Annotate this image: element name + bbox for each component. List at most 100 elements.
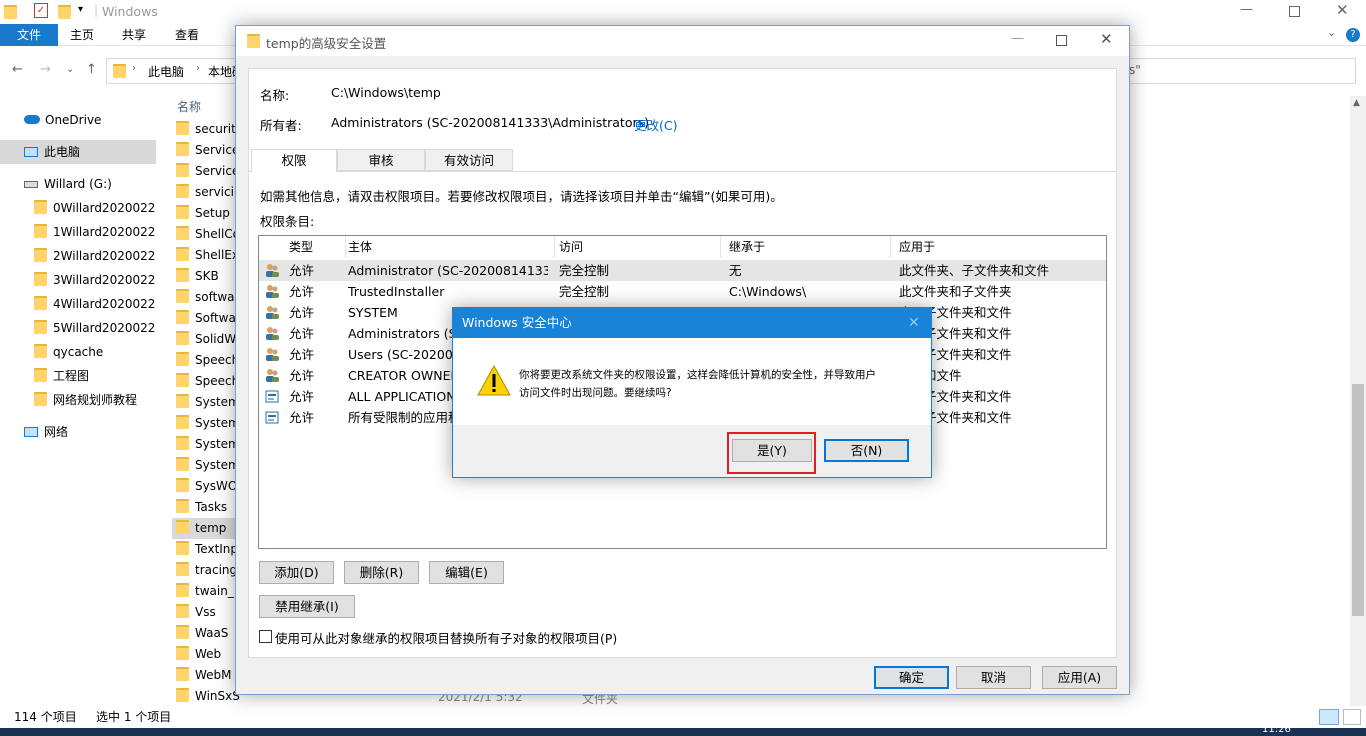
close-icon[interactable]: ✕ — [908, 308, 920, 338]
permission-row[interactable]: 允许 TrustedInstaller 完全控制 C:\Windows\ 此文件夹和子文… — [259, 281, 1106, 302]
column-header-name[interactable]: 名称 — [177, 98, 201, 115]
nav-folder-label: 网络规划师教程 — [53, 393, 138, 407]
col-access[interactable]: 访问 — [551, 236, 721, 258]
quick-access-dropdown-icon[interactable]: ▾ — [78, 4, 83, 15]
replace-permissions-label[interactable]: 使用可从此对象继承的权限项目替换所有子对象的权限项目(P) — [275, 628, 617, 647]
back-icon[interactable]: ← — [12, 62, 23, 77]
name-label: 名称: — [260, 88, 290, 103]
tab-view[interactable]: 查看 — [161, 24, 213, 46]
nav-folder[interactable]: 0Willard20200229 — [0, 196, 156, 220]
col-inherited[interactable]: 继承于 — [721, 236, 891, 258]
nav-onedrive-label: OneDrive — [45, 113, 102, 127]
file-list-scrollbar[interactable]: ▲ — [1350, 96, 1366, 706]
disable-inheritance-button[interactable]: 禁用继承(I) — [259, 595, 355, 618]
info-text: 如需其他信息，请双击权限项目。若要修改权限项目，请选择该项目并单击“编辑”(如果… — [260, 189, 783, 204]
ok-button[interactable]: 确定 — [874, 666, 949, 689]
folder-icon — [34, 320, 47, 334]
properties-icon[interactable]: ✓ — [34, 3, 48, 18]
cell-type: 允许 — [289, 368, 315, 383]
permission-row[interactable]: 允许 Administrator (SC-20200814133... 完全控制 无 此… — [259, 260, 1106, 281]
edit-button[interactable]: 编辑(E) — [429, 561, 504, 584]
folder-icon — [176, 688, 189, 702]
scroll-thumb[interactable] — [1352, 384, 1364, 616]
replace-permissions-checkbox[interactable] — [259, 630, 272, 643]
tab-file[interactable]: 文件 — [0, 24, 58, 46]
nav-folder[interactable]: 网络规划师教程 — [0, 388, 156, 412]
maximize-icon[interactable] — [1289, 6, 1300, 17]
file-name: Speech — [195, 353, 240, 367]
nav-onedrive[interactable]: OneDrive — [0, 108, 156, 132]
folder-icon — [176, 499, 189, 513]
nav-folder[interactable]: qycache — [0, 340, 156, 364]
nav-folder[interactable]: 5Willard20200229 — [0, 316, 156, 340]
folder-icon — [176, 289, 189, 303]
file-name: Web — [195, 647, 222, 661]
nav-drive[interactable]: Willard (G:) — [0, 172, 156, 196]
nav-folder[interactable]: 4Willard20200229 — [0, 292, 156, 316]
adv-dialog-titlebar[interactable]: temp的高级安全设置 — ✕ — [236, 26, 1129, 56]
user-group-icon — [265, 305, 279, 320]
col-type[interactable]: 类型 — [281, 236, 346, 258]
folder-icon — [176, 226, 189, 240]
folder-icon — [176, 142, 189, 156]
msgbox-titlebar[interactable]: Windows 安全中心 ✕ — [453, 308, 931, 338]
nav-network-label: 网络 — [44, 425, 69, 439]
navigation-pane: OneDrive 此电脑 Willard (G:) 0Willard202002… — [0, 96, 160, 706]
maximize-icon[interactable] — [1056, 35, 1067, 46]
nav-folder[interactable]: 3Willard20200229 — [0, 268, 156, 292]
tab-effective-access[interactable]: 有效访问 — [425, 149, 513, 171]
scroll-up-icon[interactable]: ▲ — [1353, 98, 1360, 108]
folder-icon — [176, 121, 189, 135]
apply-button[interactable]: 应用(A) — [1042, 666, 1117, 689]
no-button[interactable]: 否(N) — [824, 439, 909, 462]
drive-icon — [24, 181, 38, 188]
file-name: securit — [195, 122, 236, 136]
close-icon[interactable]: ✕ — [1100, 30, 1113, 48]
cloud-icon — [24, 115, 40, 124]
nav-folder[interactable]: 工程图 — [0, 364, 156, 388]
folder-icon — [176, 268, 189, 282]
folder-icon — [176, 394, 189, 408]
nav-network[interactable]: 网络 — [0, 420, 156, 444]
tab-permissions[interactable]: 权限 — [251, 149, 337, 172]
tab-share[interactable]: 共享 — [108, 24, 160, 46]
new-folder-icon[interactable] — [58, 5, 71, 19]
breadcrumb-thispc[interactable]: 此电脑 — [148, 63, 184, 80]
folder-icon — [176, 436, 189, 450]
user-group-icon — [265, 368, 279, 383]
large-icons-view-icon[interactable] — [1343, 709, 1361, 725]
owner-change-link[interactable]: 更改(C) — [634, 115, 677, 134]
file-name: SolidW — [195, 332, 237, 346]
recent-dropdown-icon[interactable]: ⌄ — [66, 64, 74, 75]
cancel-button[interactable]: 取消 — [956, 666, 1031, 689]
folder-icon — [176, 415, 189, 429]
ribbon-expand-icon[interactable]: ⌄ — [1327, 26, 1336, 39]
taskbar-clock[interactable]: 11:26 — [1262, 724, 1291, 736]
add-button[interactable]: 添加(D) — [259, 561, 334, 584]
close-icon[interactable]: ✕ — [1336, 1, 1349, 19]
search-box-text[interactable]: s" — [1129, 63, 1141, 77]
tab-home[interactable]: 主页 — [56, 24, 108, 46]
taskbar: 11:26 — [0, 724, 1366, 736]
col-applies[interactable]: 应用于 — [891, 236, 1106, 258]
up-icon[interactable]: ↑ — [86, 62, 97, 77]
folder-icon — [176, 352, 189, 366]
nav-folder-label: qycache — [53, 345, 104, 359]
folder-icon — [176, 331, 189, 345]
nav-folder[interactable]: 1Willard20200229 — [0, 220, 156, 244]
col-principal[interactable]: 主体 — [340, 236, 555, 258]
remove-button[interactable]: 删除(R) — [344, 561, 419, 584]
tab-auditing[interactable]: 审核 — [337, 149, 425, 171]
folder-icon — [176, 373, 189, 387]
minimize-icon[interactable]: — — [1011, 31, 1024, 46]
nav-folder[interactable]: 2Willard20200229 — [0, 244, 156, 268]
details-view-icon[interactable] — [1319, 709, 1339, 725]
help-icon[interactable]: ? — [1346, 28, 1360, 42]
status-item-count: 114 个项目 — [14, 710, 77, 724]
minimize-icon[interactable]: — — [1240, 2, 1253, 17]
file-name: ShellCo — [195, 227, 240, 241]
forward-icon[interactable]: → — [40, 62, 51, 77]
nav-thispc[interactable]: 此电脑 — [0, 140, 156, 164]
file-name: Speech — [195, 374, 240, 388]
folder-icon — [176, 184, 189, 198]
